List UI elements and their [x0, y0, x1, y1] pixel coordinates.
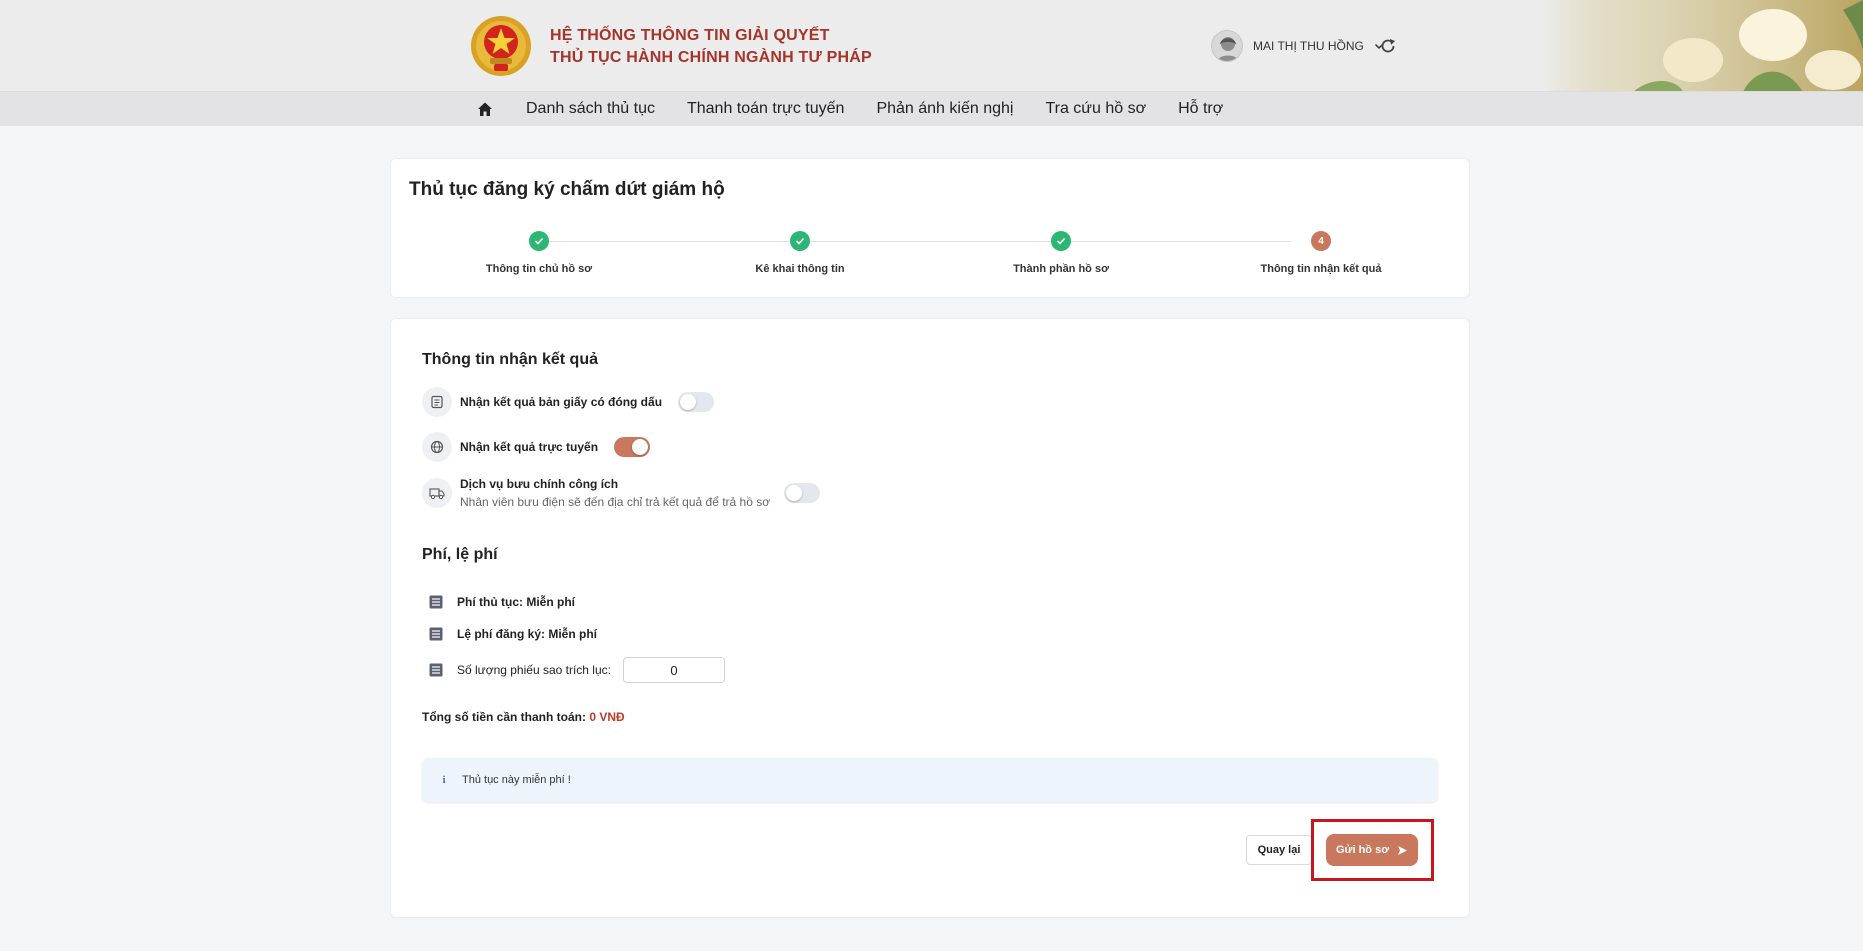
total-payment: Tổng số tiền cần thanh toán: 0 VNĐ [422, 710, 625, 724]
option-label: Dịch vụ bưu chính công ích [460, 477, 619, 491]
list-icon [429, 627, 443, 641]
option-text: Dịch vụ bưu chính công ích Nhân viên bưu… [460, 477, 770, 509]
brand-line-1: HỆ THỐNG THÔNG TIN GIẢI QUYẾT [550, 27, 830, 44]
registration-fee: Lệ phí đăng ký: Miễn phí [457, 627, 598, 641]
notice-text: Thủ tục này miễn phí ! [462, 774, 571, 786]
info-icon: i [442, 774, 446, 786]
procedure-fee: Phí thủ tục: Miễn phí [457, 595, 575, 609]
avatar [1211, 30, 1243, 62]
step-owner-info: Thông tin chủ hồ sơ [439, 231, 639, 275]
step-result-info: 4 Thông tin nhận kết quả [1221, 231, 1421, 275]
option-paper-result: Nhận kết quả bản giấy có đóng dấu [422, 387, 715, 417]
postal-service-toggle[interactable] [784, 483, 821, 503]
option-label: Nhận kết quả bản giấy có đóng dấu [460, 395, 663, 409]
copies-quantity-input[interactable] [622, 657, 725, 683]
nav-item-support[interactable]: Hỗ trợ [1178, 100, 1223, 118]
option-postal-service: Dịch vụ bưu chính công ích Nhân viên bưu… [422, 477, 821, 509]
section-title-fees: Phí, lệ phí [422, 546, 498, 563]
user-menu[interactable]: MAI THỊ THU HỒNG [1211, 30, 1384, 62]
option-description: Nhân viên bưu điện sẽ đến địa chỉ trả kế… [460, 495, 771, 509]
list-icon [429, 663, 443, 677]
step-documents: Thành phần hồ sơ [961, 231, 1161, 275]
procedure-steps-card: Thủ tục đăng ký chấm dứt giám hộ Thông t… [390, 158, 1470, 298]
online-result-toggle[interactable] [614, 437, 651, 457]
lotus-decoration [1543, 0, 1863, 91]
refresh-icon[interactable] [1378, 36, 1398, 56]
user-name: MAI THỊ THU HỒNG [1253, 39, 1364, 53]
option-online-result: Nhận kết quả trực tuyến [422, 432, 651, 462]
copies-row: Số lượng phiếu sao trích lục: [429, 657, 725, 683]
check-icon [1051, 231, 1071, 251]
paper-result-toggle[interactable] [678, 392, 715, 412]
nav-item-procedures[interactable]: Danh sách thủ tục [526, 100, 655, 118]
home-icon[interactable] [476, 100, 494, 118]
submit-button[interactable]: Gửi hồ sơ [1326, 834, 1418, 866]
nav-item-lookup[interactable]: Tra cứu hồ sơ [1045, 100, 1146, 118]
document-icon [422, 387, 452, 417]
site-brand[interactable]: HỆ THỐNG THÔNG TIN GIẢI QUYẾT THỦ TỤC HÀ… [550, 25, 872, 69]
delivery-truck-icon [422, 478, 452, 508]
page-title: Thủ tục đăng ký chấm dứt giám hộ [409, 179, 725, 200]
step-label: Thông tin nhận kết quả [1260, 263, 1382, 275]
send-icon [1398, 845, 1408, 855]
nav-item-feedback[interactable]: Phản ánh kiến nghị [876, 100, 1013, 118]
list-icon [429, 595, 443, 609]
step-number: 4 [1311, 231, 1331, 251]
nav-item-online-payment[interactable]: Thanh toán trực tuyến [687, 100, 844, 118]
step-label: Kê khai thông tin [755, 263, 845, 275]
free-notice: i Thủ tục này miễn phí ! [422, 758, 1438, 802]
option-label: Nhận kết quả trực tuyến [460, 440, 599, 454]
step-label: Thông tin chủ hồ sơ [485, 263, 593, 275]
check-icon [790, 231, 810, 251]
registration-fee-row: Lệ phí đăng ký: Miễn phí [429, 627, 597, 641]
section-title-result: Thông tin nhận kết quả [422, 351, 598, 368]
site-header: HỆ THỐNG THÔNG TIN GIẢI QUYẾT THỦ TỤC HÀ… [0, 0, 1863, 92]
national-emblem-icon [471, 16, 531, 76]
main-nav: Danh sách thủ tục Thanh toán trực tuyến … [0, 92, 1863, 126]
submit-label: Gửi hồ sơ [1335, 844, 1390, 856]
globe-icon [422, 432, 452, 462]
result-form-card: Thông tin nhận kết quả Nhận kết quả bản … [390, 318, 1470, 918]
back-button[interactable]: Quay lại [1246, 835, 1312, 865]
brand-line-2: THỦ TỤC HÀNH CHÍNH NGÀNH TƯ PHÁP [550, 49, 872, 66]
total-label: Tổng số tiền cần thanh toán: [422, 710, 586, 724]
check-icon [529, 231, 549, 251]
step-declaration: Kê khai thông tin [700, 231, 900, 275]
step-connector [539, 241, 1291, 242]
copies-label: Số lượng phiếu sao trích lục: [457, 663, 611, 677]
step-label: Thành phần hồ sơ [1013, 263, 1109, 275]
total-amount: 0 VNĐ [589, 710, 625, 724]
procedure-fee-row: Phí thủ tục: Miễn phí [429, 595, 575, 609]
